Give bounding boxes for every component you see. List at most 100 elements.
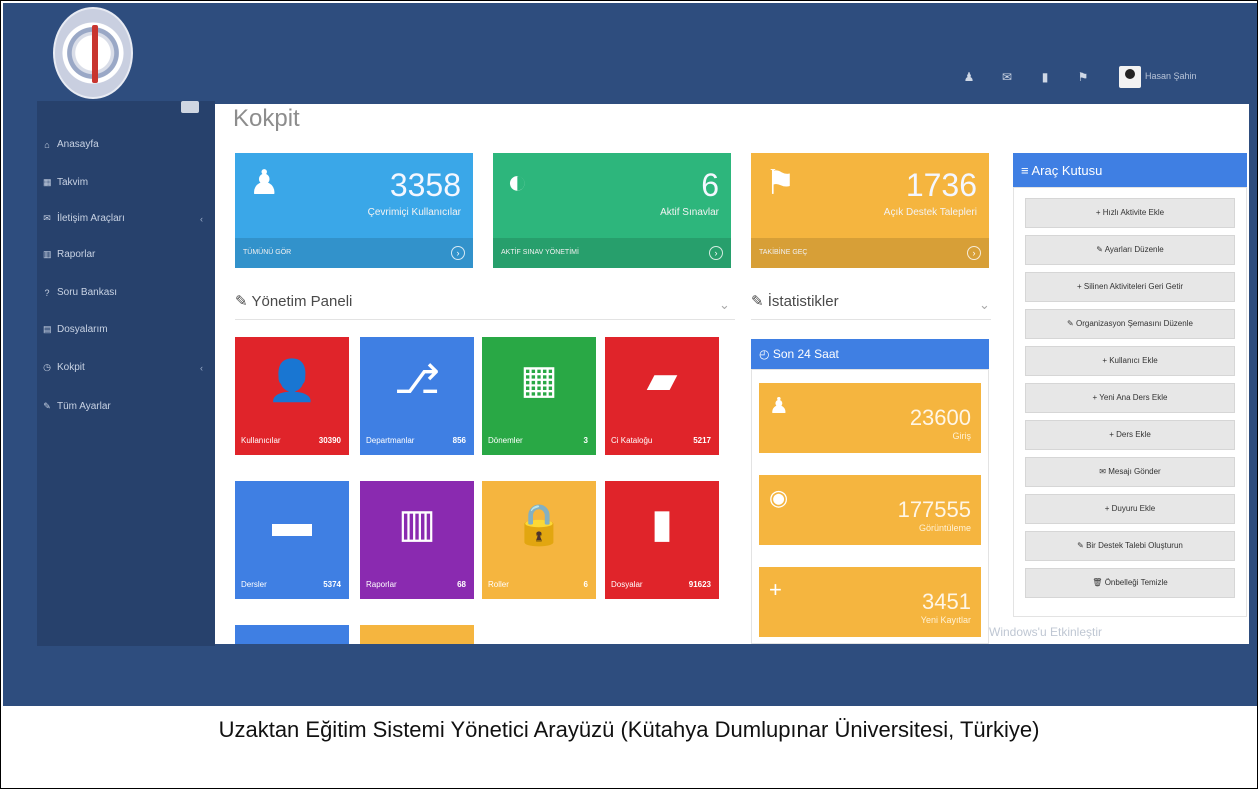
toolbox-button[interactable]: ✎ Ayarları Düzenle [1025, 235, 1235, 265]
stat-24h-card: +3451 Yeni Kayıtlar [759, 567, 981, 637]
toolbox-button-label: Silinen Aktiviteleri Geri Getir [1083, 282, 1184, 291]
toolbox-button[interactable]: + Duyuru Ekle [1025, 494, 1235, 524]
toolbox-button-label: Ayarları Düzenle [1104, 245, 1164, 254]
sidebar-item-label: Tüm Ayarlar [57, 401, 111, 412]
username[interactable]: Hasan Şahin [1145, 71, 1197, 81]
last-24-hours-header: ◴ Son 24 Saat [751, 339, 989, 369]
toolbox-button[interactable]: + Ders Ekle [1025, 420, 1235, 450]
toolbox-button-label: Ders Ekle [1116, 430, 1151, 439]
management-tile[interactable]: 👤 Kullanıcılar 30390 [235, 337, 349, 455]
management-tile[interactable]: 🔒 Roller 6 [482, 481, 596, 599]
management-tile[interactable]: ▦ Dönemler 3 [482, 337, 596, 455]
file-icon: ▮ [650, 502, 673, 546]
stat-label: Aktif Sınavlar [660, 207, 719, 218]
toolbox-button-icon: + [1092, 393, 1098, 402]
user-icon: ♟ [249, 164, 280, 202]
university-logo[interactable] [53, 7, 133, 99]
toolbox-button-icon: + [1102, 356, 1107, 365]
toolbox-button-label: Organizasyon Şemasını Düzenle [1075, 319, 1193, 328]
sidebar-item-label: Dosyalarım [57, 324, 108, 335]
bookmark-icon[interactable]: ▮ [1039, 71, 1051, 83]
sidebar-item-label: Takvim [57, 177, 89, 188]
management-tile[interactable]: ▰ Ci Kataloğu 5217 [605, 337, 719, 455]
toolbox-button-icon: ✉ [1099, 467, 1106, 476]
toolbox-button[interactable]: ✎ Bir Destek Talebi Oluşturun [1025, 531, 1235, 561]
tile-count: 5217 [693, 436, 711, 445]
stat-24h-label: Yeni Kayıtlar [920, 615, 971, 625]
sidebar-item[interactable]: ▥ Raporlar [43, 249, 203, 260]
toolbox-button-icon: ✎ [1067, 319, 1074, 328]
tile-label: Departmanlar [366, 436, 415, 445]
chevron-left-icon[interactable]: ‹ [200, 214, 203, 224]
stat-card: ⚑ 1736 Açık Destek Talepleri TAKİBİNE GEÇ › [751, 153, 989, 268]
calendar-icon: ▦ [43, 177, 52, 187]
sidebar-item-label: Kokpit [57, 362, 85, 373]
tile-label: Kullanıcılar [241, 436, 281, 445]
book-icon: ▬ [272, 501, 312, 545]
toolbox-button-label: Bir Destek Talebi Oluşturun [1086, 541, 1183, 550]
panel-divider [235, 319, 735, 320]
sidebar-item-label: Anasayfa [57, 139, 99, 150]
home-icon: ⌂ [44, 139, 50, 150]
stat-card: ♟ 3358 Çevrimiçi Kullanıcılar TÜMÜNÜ GÖR › [235, 153, 473, 268]
eye-icon: ◉ [769, 485, 789, 510]
dashboard-icon: ◷ [43, 362, 51, 372]
stat-24h-value: 177555 [897, 497, 971, 522]
user-icon: 👤 [267, 359, 317, 403]
user-icon: ♟ [769, 393, 789, 418]
toolbox-button[interactable]: + Yeni Ana Ders Ekle [1025, 383, 1235, 413]
arrow-right-circle-icon[interactable]: › [709, 246, 723, 260]
toolbox-button-icon: ✎ [1077, 541, 1084, 550]
sidebar-item[interactable]: ✉ İletişim Araçları ‹ [43, 213, 203, 224]
management-tile[interactable] [235, 625, 349, 644]
stat-footer-link[interactable]: AKTİF SINAV YÖNETİMİ [493, 238, 731, 268]
stat-24h-value: 23600 [909, 405, 971, 430]
envelope-icon[interactable]: ✉ [1001, 71, 1013, 83]
sidebar-item[interactable]: ◷ Kokpit ‹ [43, 362, 203, 373]
toolbox-button[interactable]: ✎ Organizasyon Şemasını Düzenle [1025, 309, 1235, 339]
toolbox-button[interactable]: + Kullanıcı Ekle [1025, 346, 1235, 376]
flag-icon[interactable]: ⚑ [1077, 71, 1089, 83]
sidebar-item[interactable]: ⌂ Anasayfa [43, 139, 203, 150]
management-tile[interactable]: ▮ Dosyalar 91623 [605, 481, 719, 599]
management-tile[interactable] [360, 625, 474, 644]
toolbox-button-icon: 🗑 [1092, 578, 1103, 587]
sidebar-item[interactable]: ▤ Dosyalarım [43, 324, 203, 335]
stat-24h-label: Giriş [952, 431, 972, 441]
avatar[interactable] [1119, 66, 1141, 88]
toolbox-button[interactable]: + Silinen Aktiviteleri Geri Getir [1025, 272, 1235, 302]
toolbox-button-label: Hızlı Aktivite Ekle [1102, 208, 1165, 217]
management-tile[interactable]: ▥ Raporlar 68 [360, 481, 474, 599]
user-icon[interactable]: ♟ [963, 71, 975, 83]
toolbox-button-label: Kullanıcı Ekle [1109, 356, 1158, 365]
sidebar-toggle-icon[interactable] [181, 101, 199, 113]
toolbox-button-icon: + [1104, 504, 1110, 513]
toolbox-button[interactable]: + Hızlı Aktivite Ekle [1025, 198, 1235, 228]
management-tile[interactable]: ▬ Dersler 5374 [235, 481, 349, 599]
stat-footer-link[interactable]: TAKİBİNE GEÇ [751, 238, 989, 268]
page-title: Kokpit [233, 105, 300, 132]
sidebar-item[interactable]: ? Soru Bankası [43, 287, 203, 298]
wrench-icon: ✎ [235, 293, 252, 310]
toolbox-button[interactable]: 🗑 Önbelleği Temizle [1025, 568, 1235, 598]
stat-footer-link[interactable]: TÜMÜNÜ GÖR [235, 238, 473, 268]
sidebar-item[interactable]: ▦ Takvim [43, 177, 203, 188]
tile-label: Raporlar [366, 580, 397, 589]
lock-icon: 🔒 [514, 503, 564, 547]
list-icon: ≡ [1021, 163, 1032, 178]
stat-label: Çevrimiçi Kullanıcılar [367, 207, 461, 218]
tile-label: Dosyalar [611, 580, 643, 589]
stat-24h-value: 3451 [922, 589, 971, 614]
sidebar-item[interactable]: ✎ Tüm Ayarlar [43, 401, 203, 412]
chevron-left-icon[interactable]: ‹ [200, 363, 203, 373]
tile-count: 6 [583, 580, 588, 589]
arrow-right-circle-icon[interactable]: › [967, 246, 981, 260]
folder-open-icon: ▰ [646, 358, 678, 402]
arrow-right-circle-icon[interactable]: › [451, 246, 465, 260]
sitemap-icon: ⎇ [393, 358, 441, 402]
toolbox-button[interactable]: ✉ Mesajı Gönder [1025, 457, 1235, 487]
chevron-down-icon[interactable]: ⌄ [719, 297, 730, 313]
toolbox-button-icon: ✎ [1096, 245, 1103, 254]
chevron-down-icon[interactable]: ⌄ [979, 297, 990, 313]
management-tile[interactable]: ⎇ Departmanlar 856 [360, 337, 474, 455]
